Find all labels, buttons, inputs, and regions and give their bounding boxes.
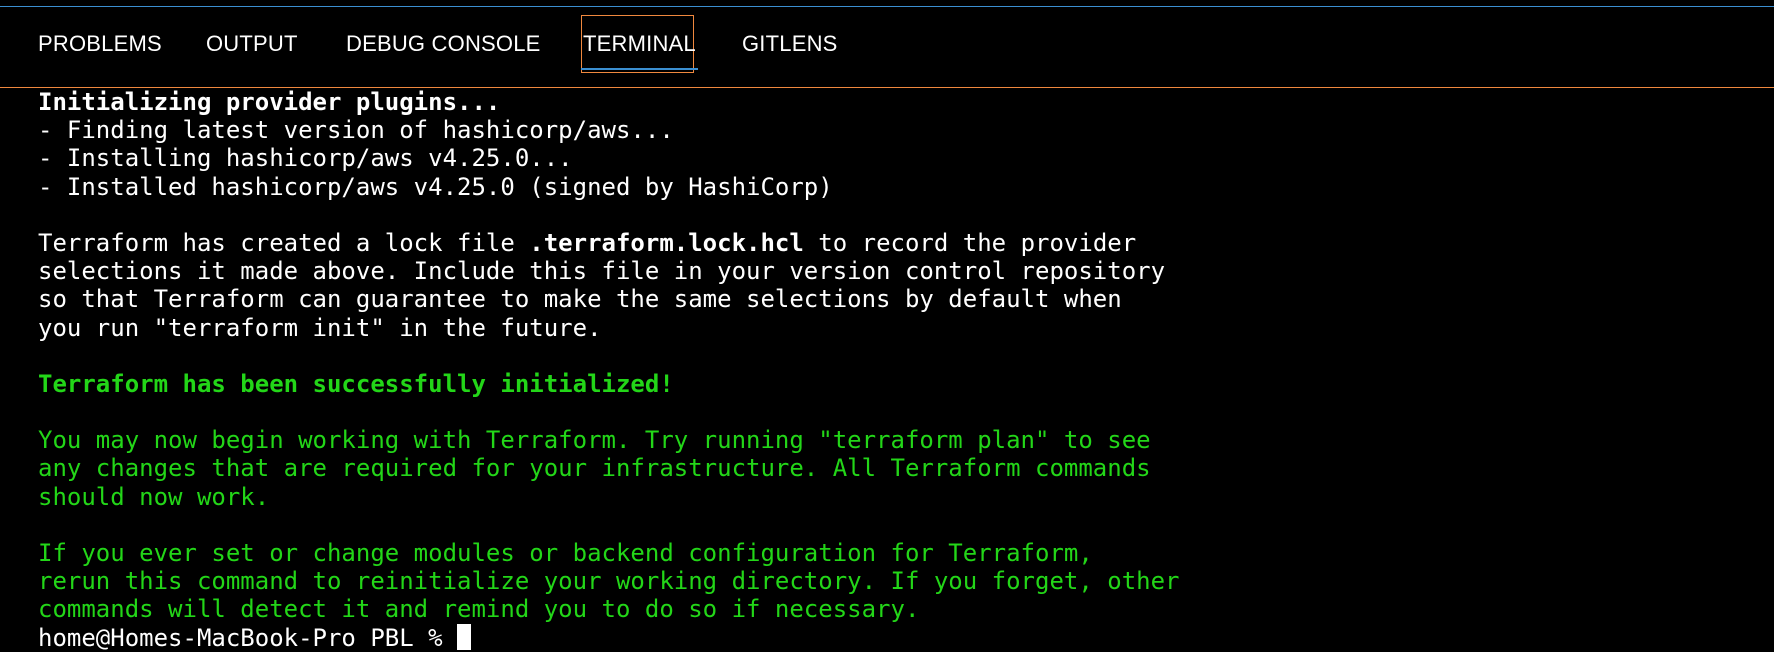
panel-tab-bar: PROBLEMS OUTPUT DEBUG CONSOLE TERMINAL G… bbox=[0, 7, 1774, 88]
terminal-text: to record the provider bbox=[803, 228, 1137, 257]
lock-file-name: .terraform.lock.hcl bbox=[529, 228, 804, 257]
terminal-line: - Installed hashicorp/aws v4.25.0 (signe… bbox=[38, 172, 833, 201]
tab-problems[interactable]: PROBLEMS bbox=[38, 31, 162, 57]
terminal-cursor bbox=[457, 623, 472, 650]
terminal-output[interactable]: Initializing provider plugins... - Findi… bbox=[38, 88, 1738, 652]
tab-gitlens[interactable]: GITLENS bbox=[742, 31, 838, 57]
terminal-line: - Installing hashicorp/aws v4.25.0... bbox=[38, 144, 573, 173]
success-message: Terraform has been successfully initiali… bbox=[38, 369, 674, 398]
terminal-line: You may now begin working with Terraform… bbox=[38, 426, 1151, 455]
terminal-text: Terraform has created a lock file bbox=[38, 228, 530, 257]
terminal-prompt-line[interactable]: home@Homes-MacBook-Pro PBL % bbox=[38, 623, 1738, 652]
shell-prompt: home@Homes-MacBook-Pro PBL % bbox=[38, 623, 458, 652]
terminal-line: so that Terraform can guarantee to make … bbox=[38, 285, 1122, 314]
terminal-line: selections it made above. Include this f… bbox=[38, 257, 1166, 286]
terminal-line: - Finding latest version of hashicorp/aw… bbox=[38, 116, 674, 145]
terminal-line: rerun this command to reinitialize your … bbox=[38, 567, 1180, 596]
terminal-line: Terraform has created a lock file .terra… bbox=[38, 229, 1738, 257]
active-tab-indicator bbox=[581, 68, 698, 70]
tab-output[interactable]: OUTPUT bbox=[206, 31, 298, 57]
terminal-line: should now work. bbox=[38, 482, 270, 511]
terminal-line: you run "terraform init" in the future. bbox=[38, 313, 602, 342]
tab-terminal[interactable]: TERMINAL bbox=[583, 31, 696, 57]
terminal-line: If you ever set or change modules or bac… bbox=[38, 539, 1093, 567]
terminal-line: commands will detect it and remind you t… bbox=[38, 595, 920, 624]
terminal-line: any changes that are required for your i… bbox=[38, 454, 1151, 483]
terminal-line: Initializing provider plugins... bbox=[38, 88, 501, 116]
tab-debug-console[interactable]: DEBUG CONSOLE bbox=[346, 31, 541, 57]
